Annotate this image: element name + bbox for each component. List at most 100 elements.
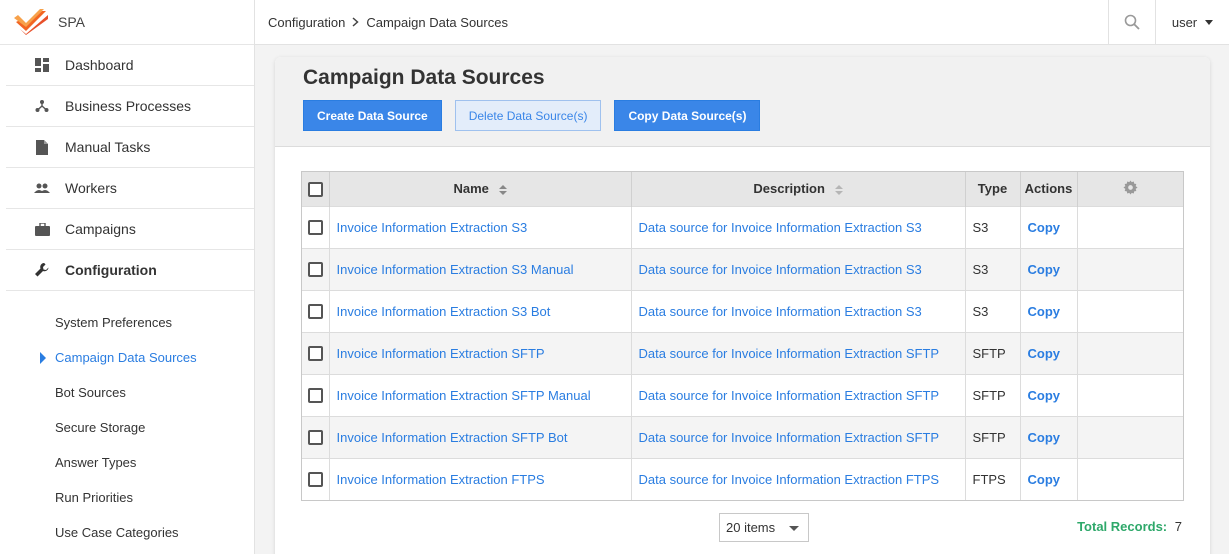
copy-link[interactable]: Copy (1028, 430, 1061, 445)
cell-name: Invoice Information Extraction S3 Manual (329, 247, 632, 290)
nav-label: Manual Tasks (65, 139, 151, 155)
data-source-description-link[interactable]: Data source for Invoice Information Extr… (639, 304, 922, 319)
delete-data-sources-button[interactable]: Delete Data Source(s) (454, 100, 602, 131)
table-row[interactable]: Invoice Information Extraction SFTP Bot … (302, 415, 1183, 458)
row-checkbox[interactable] (307, 346, 323, 362)
row-checkbox[interactable] (307, 220, 323, 236)
data-source-description-link[interactable]: Data source for Invoice Information Extr… (639, 220, 922, 235)
cell-actions: Copy (1020, 205, 1078, 248)
nav-item-campaigns[interactable]: Campaigns (6, 209, 254, 250)
breadcrumb: Configuration Campaign Data Sources (255, 15, 1108, 30)
copy-link[interactable]: Copy (1028, 472, 1061, 487)
column-label: Actions (1024, 181, 1073, 197)
cell-actions: Copy (1020, 373, 1078, 416)
data-source-description-link[interactable]: Data source for Invoice Information Extr… (639, 262, 922, 277)
row-select-cell (302, 247, 330, 290)
breadcrumb-configuration[interactable]: Configuration (268, 15, 345, 30)
select-all-cell (302, 172, 330, 206)
copy-data-sources-button[interactable]: Copy Data Source(s) (614, 100, 761, 131)
app-root: SPA Dashboard Business Processes Manual … (0, 0, 1229, 554)
nav-label: Dashboard (65, 57, 134, 73)
caret-right-icon (40, 352, 46, 364)
cell-actions: Copy (1020, 289, 1078, 332)
nav-item-workers[interactable]: Workers (6, 168, 254, 209)
copy-link[interactable]: Copy (1028, 304, 1061, 319)
cell-description: Data source for Invoice Information Extr… (631, 289, 966, 332)
cell-name: Invoice Information Extraction SFTP Manu… (329, 373, 632, 416)
subnav-answer-types[interactable]: Answer Types (0, 445, 254, 480)
row-checkbox[interactable] (307, 262, 323, 278)
cell-empty (1077, 373, 1183, 416)
data-source-name-link[interactable]: Invoice Information Extraction S3 Manual (337, 262, 574, 277)
data-source-description-link[interactable]: Data source for Invoice Information Extr… (639, 430, 940, 445)
cell-description: Data source for Invoice Information Extr… (631, 457, 966, 500)
nav-item-dashboard[interactable]: Dashboard (6, 45, 254, 86)
data-source-description-link[interactable]: Data source for Invoice Information Extr… (639, 388, 940, 403)
copy-link[interactable]: Copy (1028, 220, 1061, 235)
data-source-name-link[interactable]: Invoice Information Extraction S3 Bot (337, 304, 551, 319)
total-records-label: Total Records: (1077, 519, 1168, 534)
create-data-source-button[interactable]: Create Data Source (303, 100, 442, 131)
subnav-label: Answer Types (55, 455, 137, 470)
cell-name: Invoice Information Extraction SFTP (329, 331, 632, 374)
nav-label: Configuration (65, 262, 157, 278)
table-row[interactable]: Invoice Information Extraction SFTP Data… (302, 331, 1183, 374)
logo-icon (14, 9, 48, 35)
subnav-label: Use Case Categories (55, 525, 179, 540)
subnav-system-preferences[interactable]: System Preferences (0, 305, 254, 340)
brand[interactable]: SPA (0, 0, 254, 45)
row-select-cell (302, 373, 330, 416)
data-source-name-link[interactable]: Invoice Information Extraction SFTP Bot (337, 430, 568, 445)
data-source-name-link[interactable]: Invoice Information Extraction S3 (337, 220, 528, 235)
table-row[interactable]: Invoice Information Extraction FTPS Data… (302, 457, 1183, 500)
row-checkbox[interactable] (307, 430, 323, 446)
data-source-name-link[interactable]: Invoice Information Extraction FTPS (337, 472, 545, 487)
topbar: Configuration Campaign Data Sources user (255, 0, 1229, 45)
column-label: Description (753, 181, 825, 197)
caret-down-icon (1205, 19, 1214, 25)
data-source-name-link[interactable]: Invoice Information Extraction SFTP (337, 346, 545, 361)
table-row[interactable]: Invoice Information Extraction S3 Bot Da… (302, 289, 1183, 332)
table-row[interactable]: Invoice Information Extraction SFTP Manu… (302, 373, 1183, 416)
nav-item-configuration[interactable]: Configuration (6, 250, 254, 291)
nav-item-manual-tasks[interactable]: Manual Tasks (6, 127, 254, 168)
row-checkbox[interactable] (307, 388, 323, 404)
briefcase-icon (34, 221, 50, 237)
card-header: Campaign Data Sources Create Data Source… (275, 57, 1210, 147)
data-source-description-link[interactable]: Data source for Invoice Information Extr… (639, 346, 940, 361)
column-header-name[interactable]: Name (329, 172, 632, 206)
data-source-name-link[interactable]: Invoice Information Extraction SFTP Manu… (337, 388, 591, 403)
cell-type: SFTP (965, 331, 1021, 374)
cell-actions: Copy (1020, 331, 1078, 374)
subnav-label: Campaign Data Sources (55, 350, 197, 365)
action-buttons: Create Data Source Delete Data Source(s)… (303, 100, 1210, 131)
copy-link[interactable]: Copy (1028, 262, 1061, 277)
data-source-description-link[interactable]: Data source for Invoice Information Extr… (639, 472, 940, 487)
copy-link[interactable]: Copy (1028, 388, 1061, 403)
row-checkbox[interactable] (307, 304, 323, 320)
select-all-checkbox[interactable] (307, 181, 323, 197)
copy-link[interactable]: Copy (1028, 346, 1061, 361)
subnav-run-priorities[interactable]: Run Priorities (0, 480, 254, 515)
nav-item-business-processes[interactable]: Business Processes (6, 86, 254, 127)
cell-empty (1077, 457, 1183, 500)
search-button[interactable] (1108, 0, 1155, 45)
column-settings[interactable] (1077, 172, 1183, 206)
dashboard-icon (34, 57, 50, 73)
column-header-description[interactable]: Description (631, 172, 966, 206)
table-row[interactable]: Invoice Information Extraction S3 Manual… (302, 247, 1183, 290)
cell-name: Invoice Information Extraction FTPS (329, 457, 632, 500)
page-size-select[interactable]: 20 items (719, 513, 809, 542)
cell-type: SFTP (965, 373, 1021, 416)
cell-description: Data source for Invoice Information Extr… (631, 331, 966, 374)
user-menu[interactable]: user (1155, 0, 1229, 45)
subnav-bot-sources[interactable]: Bot Sources (0, 375, 254, 410)
nav-label: Business Processes (65, 98, 192, 114)
subnav-campaign-data-sources[interactable]: Campaign Data Sources (0, 340, 254, 375)
row-select-cell (302, 457, 330, 500)
subnav-use-case-categories[interactable]: Use Case Categories (0, 515, 254, 550)
row-checkbox[interactable] (307, 472, 323, 488)
table-row[interactable]: Invoice Information Extraction S3 Data s… (302, 205, 1183, 248)
subnav-secure-storage[interactable]: Secure Storage (0, 410, 254, 445)
cell-empty (1077, 331, 1183, 374)
